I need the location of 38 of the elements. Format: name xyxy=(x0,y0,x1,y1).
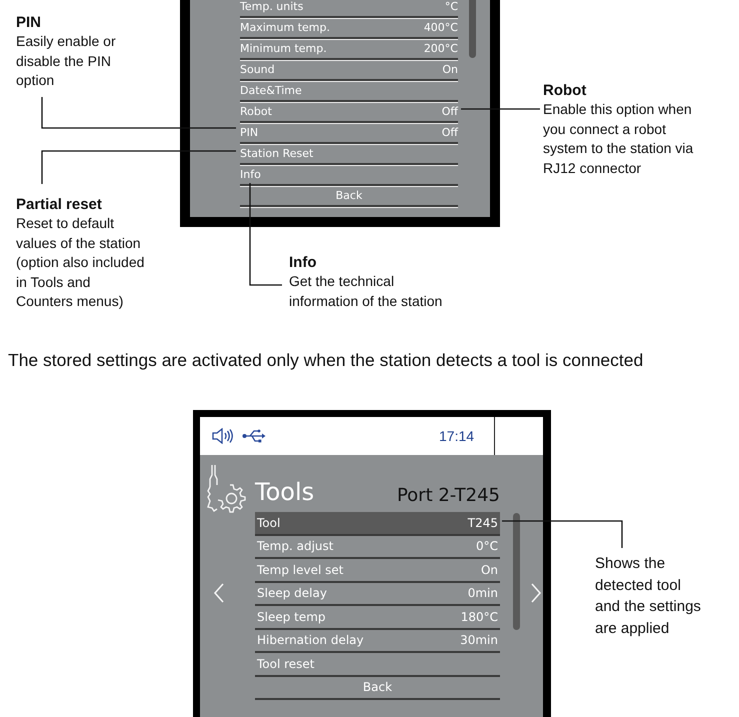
callout-title: PIN xyxy=(16,13,42,32)
clock-time: 17:14 xyxy=(439,428,474,444)
scrollbar[interactable] xyxy=(513,513,520,630)
menu-item[interactable]: Maximum temp. 400°C xyxy=(240,18,458,39)
callout-text: Easily enable or disable the PIN option xyxy=(16,32,116,90)
scrollbar[interactable] xyxy=(469,0,476,58)
menu-item[interactable]: Station Reset xyxy=(240,144,458,165)
menu-item[interactable]: Temp. units °C xyxy=(240,0,458,18)
callout-text: Shows the detected tool and the settings are applied xyxy=(595,554,701,638)
chevron-right-icon[interactable] xyxy=(530,583,542,603)
callout-title: Robot xyxy=(543,81,588,100)
menu-item[interactable]: PIN Off xyxy=(240,123,458,144)
callout-text: Reset to default values of the station (option also included in Tools and Counters menus) xyxy=(16,214,144,311)
menu-item[interactable]: Sound On xyxy=(240,60,458,81)
port-label: Port 2-T245 xyxy=(396,485,500,506)
menu-item[interactable]: Temp level set On xyxy=(255,559,500,582)
menu-item[interactable]: Tool reset xyxy=(255,653,500,676)
callout-title: Info xyxy=(289,253,318,272)
screen-title: Tools xyxy=(255,478,314,506)
back-button[interactable]: Back xyxy=(255,676,500,700)
menu-item[interactable]: Sleep temp 180°C xyxy=(255,606,500,630)
note-text: The stored settings are activated only when the station detects a tool is connected xyxy=(8,350,644,371)
menu-item[interactable]: Sleep delay 0min xyxy=(255,582,500,606)
callout-title: Partial reset xyxy=(16,195,103,214)
callout-text: Enable this option when you connect a robot system to the station via RJ12 connector xyxy=(543,100,694,178)
menu-item[interactable]: Date&Time xyxy=(240,81,458,102)
callout-text: Get the technical information of the station xyxy=(289,272,442,310)
chevron-left-icon[interactable] xyxy=(213,583,225,603)
menu-item[interactable]: Hibernation delay 30min xyxy=(255,630,500,653)
speaker-icon xyxy=(212,428,234,444)
menu-item[interactable]: Robot Off xyxy=(240,102,458,123)
soldering-iron-gear-icon xyxy=(206,463,248,515)
menu-item[interactable]: Minimum temp. 200°C xyxy=(240,39,458,60)
menu-item[interactable]: Info xyxy=(240,165,458,186)
usb-icon xyxy=(242,429,266,443)
menu-item[interactable]: Temp. adjust 0°C xyxy=(255,536,500,559)
menu-item[interactable]: Tool T245 xyxy=(255,512,500,536)
back-button[interactable]: Back xyxy=(240,186,458,207)
